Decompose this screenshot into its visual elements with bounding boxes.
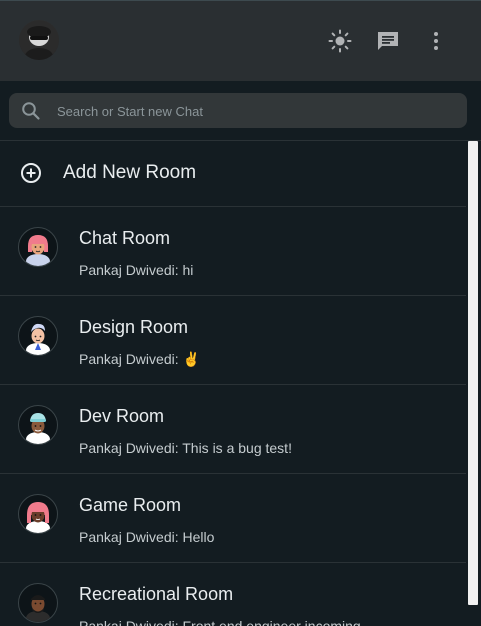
new-chat-icon[interactable] xyxy=(376,29,400,53)
room-avatar xyxy=(18,316,58,356)
add-circle-icon xyxy=(20,162,42,184)
room-list-scrollbar[interactable] xyxy=(466,141,481,626)
room-name: Design Room xyxy=(79,317,189,337)
room-last-message: Pankaj Dwivedi: ✌ xyxy=(79,351,200,367)
sidebar-header xyxy=(0,0,481,81)
room-avatar xyxy=(18,227,58,267)
room-name: Dev Room xyxy=(79,406,165,426)
add-new-room-button[interactable]: Add New Room xyxy=(0,141,466,207)
room-item[interactable]: Design Room Pankaj Dwivedi: ✌ xyxy=(0,296,466,385)
search-box xyxy=(9,93,467,130)
user-photo xyxy=(19,20,59,60)
room-item[interactable]: Dev Room Pankaj Dwivedi: This is a bug t… xyxy=(0,385,466,474)
room-last-message: Pankaj Dwivedi: Hello xyxy=(79,529,215,545)
more-vert-icon[interactable] xyxy=(424,29,448,53)
search-bar xyxy=(0,81,481,141)
room-last-message: Pankaj Dwivedi: hi xyxy=(79,262,194,278)
room-avatar xyxy=(18,405,58,445)
room-avatar xyxy=(18,583,58,623)
room-avatar xyxy=(18,494,58,534)
room-item[interactable]: Recreational Room Pankaj Dwivedi: Front … xyxy=(0,563,466,626)
room-list: Add New Room Chat Room Pankaj Dwivedi: h… xyxy=(0,141,466,626)
room-name: Chat Room xyxy=(79,228,171,248)
scrollbar-thumb[interactable] xyxy=(468,141,478,605)
room-item[interactable]: Game Room Pankaj Dwivedi: Hello xyxy=(0,474,466,563)
search-icon[interactable] xyxy=(21,101,41,121)
add-new-room-label: Add New Room xyxy=(63,162,197,183)
chat-app: Add New Room Chat Room Pankaj Dwivedi: h… xyxy=(0,0,481,626)
user-avatar[interactable] xyxy=(19,20,59,60)
room-name: Game Room xyxy=(79,495,182,515)
brightness-icon[interactable] xyxy=(328,29,352,53)
room-last-message: Pankaj Dwivedi: Front end engineer incom… xyxy=(79,618,361,626)
room-last-message: Pankaj Dwivedi: This is a bug test! xyxy=(79,440,292,456)
room-item[interactable]: Chat Room Pankaj Dwivedi: hi xyxy=(0,207,466,296)
room-name: Recreational Room xyxy=(79,584,234,604)
search-input[interactable] xyxy=(55,93,459,130)
